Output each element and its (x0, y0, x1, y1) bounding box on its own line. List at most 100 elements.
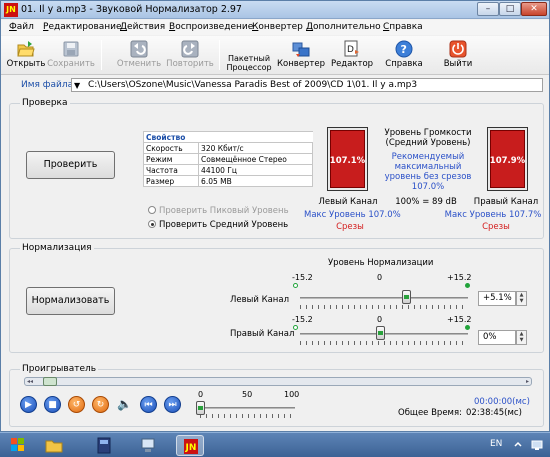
batch-processor-button[interactable]: Пакетный Процессор (223, 38, 275, 73)
normalize-button[interactable]: Нормализовать (26, 287, 115, 315)
file-path-value: C:\Users\OSzone\Music\Vanessa Paradis Be… (88, 80, 418, 90)
editor-icon: D (344, 40, 359, 57)
stop-button[interactable]: ■ (44, 396, 61, 413)
volume-max-label: 100 (284, 390, 300, 399)
left-level-input[interactable]: +5.1% (478, 291, 516, 306)
scale-mid-label: 0 (377, 315, 383, 324)
taskbar-normalizer-icon[interactable]: JN (176, 435, 204, 456)
folder-open-icon (17, 41, 35, 57)
file-path-combo[interactable]: ▼ C:\Users\OSzone\Music\Vanessa Paradis … (71, 78, 543, 92)
recommended-value: 107.0% (411, 182, 445, 192)
taskbar-start-icon[interactable] (4, 435, 32, 456)
file-name-label: Имя файла: (21, 80, 77, 90)
seek-right-icon: ▸ (525, 378, 529, 385)
open-button[interactable]: Открыть (5, 38, 47, 73)
normalizer-app-icon: JN (184, 439, 198, 454)
svg-text:?: ? (401, 43, 407, 56)
taskbar-player-icon[interactable] (90, 435, 118, 456)
svg-text:D: D (347, 45, 354, 55)
title-bar[interactable]: JN 01. Il y a.mp3 - Звуковой Нормализато… (1, 1, 549, 19)
menu-bar: Файл Редактирование Действия Воспроизвед… (1, 20, 549, 35)
taskbar: JN EN (0, 432, 550, 457)
menu-additional[interactable]: Дополнительно (306, 22, 381, 32)
volume-mid-label: 50 (242, 390, 253, 399)
taskbar-network-icon[interactable] (134, 435, 162, 456)
maximize-button[interactable]: □ (499, 2, 521, 16)
toolbar-separator (219, 40, 220, 70)
toolbar-separator (101, 40, 102, 70)
redo-button[interactable]: Повторить (165, 38, 215, 73)
repeat-button[interactable]: ↻ (92, 396, 109, 413)
menu-converter[interactable]: Конвертер (252, 22, 303, 32)
seek-bar[interactable]: ◂◂ ▸ (24, 377, 532, 386)
menu-help[interactable]: Справка (383, 22, 423, 32)
left-slider-thumb[interactable] (402, 290, 411, 304)
total-time-label: Общее Время: (398, 408, 462, 418)
minimize-button[interactable]: – (477, 2, 499, 16)
previous-button[interactable]: ⏮ (140, 396, 157, 413)
save-button[interactable]: Сохранить (47, 38, 95, 73)
next-button[interactable]: ⏭ (164, 396, 181, 413)
normalize-level-header: Уровень Нормализации (328, 258, 434, 268)
tray-arrow-icon[interactable] (512, 439, 524, 451)
window-title: 01. Il y a.mp3 - Звуковой Нормализатор 2… (21, 4, 242, 15)
exit-button[interactable]: Выйти (437, 38, 479, 73)
menu-file[interactable]: Файл (9, 22, 34, 32)
left-level-spinner[interactable]: ▲ ▼ (516, 291, 527, 306)
language-indicator[interactable]: EN (490, 439, 502, 449)
right-clip-label: Срезы (482, 222, 510, 232)
folder-icon (45, 440, 63, 453)
total-time-value: 02:38:45(мс) (466, 408, 522, 418)
right-channel-label: Правый Канал (473, 197, 539, 207)
player-group: Проигрыватель ◂◂ ▸ ▶ ■ ↺ ↻ 🔈 ⏮ ⏭ 0 50 10… (9, 364, 544, 427)
recommended-line-3: уровень без срезов (384, 172, 472, 182)
volume-icon[interactable]: 🔈 (116, 396, 133, 413)
network-status-icon[interactable] (530, 438, 544, 452)
scale-min-label: -15.2 (292, 273, 313, 282)
check-button[interactable]: Проверить (26, 151, 115, 179)
left-slider-track[interactable] (300, 297, 468, 299)
help-icon: ? (395, 40, 413, 58)
seek-thumb[interactable] (43, 377, 57, 386)
radio-selected-icon (148, 220, 156, 228)
dropdown-arrow-icon[interactable]: ▼ (74, 79, 80, 92)
right-channel-slider-label: Правый Канал (230, 329, 295, 339)
close-button[interactable]: ✕ (521, 2, 547, 16)
menu-actions[interactable]: Действия (120, 22, 165, 32)
menu-playback[interactable]: Воспроизведение (169, 22, 253, 32)
left-channel-slider-label: Левый Канал (230, 295, 290, 305)
svg-text:JN: JN (185, 443, 197, 453)
left-meter-value: 107.1% (329, 156, 366, 166)
editor-button[interactable]: D Редактор (329, 38, 375, 73)
normalize-group-title: Нормализация (20, 243, 94, 253)
right-level-spinner[interactable]: ▲ ▼ (516, 330, 527, 345)
taskbar-explorer-icon[interactable] (40, 435, 68, 456)
volume-slider-track[interactable] (200, 407, 295, 409)
app-window: JN 01. Il y a.mp3 - Звуковой Нормализато… (0, 0, 550, 432)
right-slider-ticks (300, 341, 468, 345)
radio-peak-level[interactable]: Проверить Пиковый Уровень (148, 206, 289, 216)
loop-button[interactable]: ↺ (68, 396, 85, 413)
left-max-level: Макс Уровень 107.0% (304, 210, 401, 220)
recommended-line-2: максимальный (394, 162, 462, 172)
media-player-icon (97, 437, 111, 454)
right-level-input[interactable]: 0% (478, 330, 516, 345)
radio-average-level[interactable]: Проверить Средний Уровень (148, 220, 288, 230)
undo-button[interactable]: Отменить (115, 38, 163, 73)
normalize-group: Нормализация Нормализовать Уровень Норма… (9, 243, 544, 353)
help-button[interactable]: ? Справка (381, 38, 427, 73)
ratio-label: 100% = 89 dB (395, 197, 457, 207)
properties-header: Свойство (142, 131, 199, 143)
volume-slider-ticks (200, 414, 295, 418)
converter-icon (292, 42, 310, 57)
toolbar: Открыть Сохранить Отменить Повторить Пак… (1, 36, 549, 75)
table-row: Размер 6.05 MB (142, 175, 313, 187)
right-slider-thumb[interactable] (376, 326, 385, 340)
menu-edit[interactable]: Редактирование (43, 22, 122, 32)
converter-button[interactable]: Конвертер (277, 38, 325, 73)
check-group: Проверка Проверить Свойство Скорость 320 … (9, 98, 544, 239)
volume-slider-thumb[interactable] (196, 401, 205, 415)
play-button[interactable]: ▶ (20, 396, 37, 413)
recommended-line-1: Рекомендуемый (391, 152, 465, 162)
file-row: Имя файла: ▼ C:\Users\OSzone\Music\Vanes… (1, 76, 549, 94)
